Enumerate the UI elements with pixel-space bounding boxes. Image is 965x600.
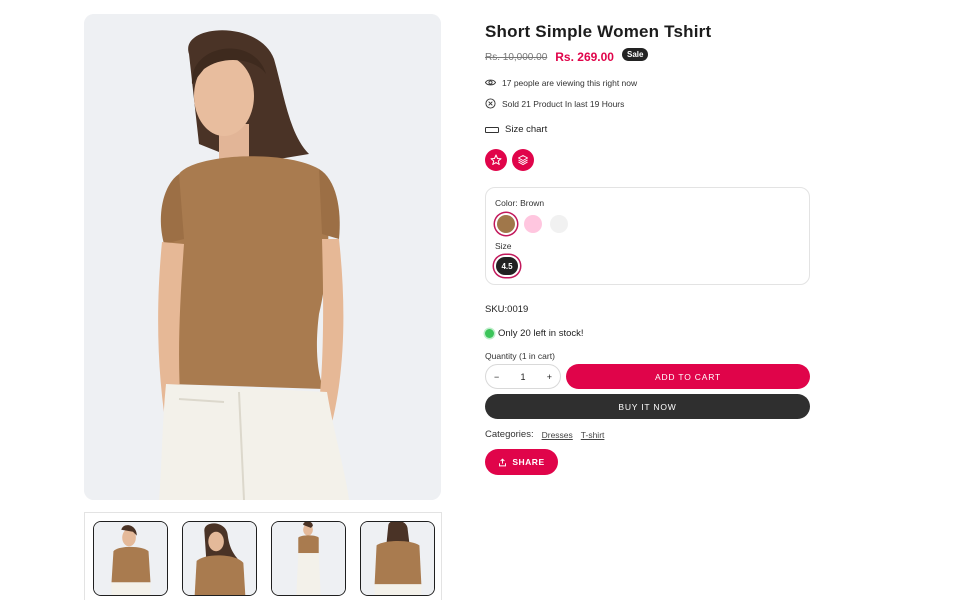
color-value: Brown xyxy=(520,198,545,208)
eye-icon xyxy=(485,79,496,86)
buy-now-button[interactable]: BUY IT NOW xyxy=(485,394,810,419)
color-label: Color: xyxy=(495,198,518,208)
size-option-4-5[interactable]: 4.5 xyxy=(496,257,518,275)
compare-button[interactable] xyxy=(512,149,534,171)
color-swatch-white[interactable] xyxy=(550,215,568,233)
layers-icon xyxy=(518,155,528,166)
categories-row: Categories: Dresses T-shirt xyxy=(485,429,604,440)
upload-icon xyxy=(499,457,507,466)
size-label: Size xyxy=(495,241,512,251)
viewing-notice: 17 people are viewing this right now xyxy=(485,77,637,88)
categories-label: Categories: xyxy=(485,429,534,440)
thumbnail-2[interactable] xyxy=(182,521,257,596)
model-photo xyxy=(84,14,441,500)
sold-text: Sold 21 Product In last 19 Hours xyxy=(502,98,625,109)
thumbnail-strip xyxy=(84,512,442,600)
share-button[interactable]: SHARE xyxy=(485,449,558,475)
size-chart-link[interactable]: Size chart xyxy=(485,124,547,135)
clock-icon xyxy=(485,98,496,109)
stock-indicator-dot xyxy=(485,329,494,338)
price-row: Rs. 10,000.00 Rs. 269.00 Sale xyxy=(485,47,649,64)
sale-price: Rs. 269.00 xyxy=(555,50,614,64)
thumbnail-3[interactable] xyxy=(271,521,346,596)
category-link-dresses[interactable]: Dresses xyxy=(542,430,573,440)
sold-notice: Sold 21 Product In last 19 Hours xyxy=(485,98,624,109)
quantity-increase-button[interactable]: + xyxy=(547,372,552,382)
sku-text: SKU:0019 xyxy=(485,304,529,315)
product-title: Short Simple Women Tshirt xyxy=(485,22,712,41)
stock-status: Only 20 left in stock! xyxy=(485,328,584,339)
quantity-stepper: − 1 + xyxy=(485,364,561,389)
quantity-decrease-button[interactable]: − xyxy=(494,372,499,382)
star-icon xyxy=(490,154,502,165)
size-chart-label: Size chart xyxy=(505,124,548,135)
color-label-row: Color: Brown xyxy=(495,198,544,208)
variant-picker: Color: Brown Size 4.5 xyxy=(485,187,810,285)
compare-at-price: Rs. 10,000.00 xyxy=(485,51,548,63)
quantity-label: Quantity (1 in cart) xyxy=(485,351,555,361)
add-to-cart-button[interactable]: ADD TO CART xyxy=(566,364,810,389)
share-label: SHARE xyxy=(512,457,545,467)
viewing-text: 17 people are viewing this right now xyxy=(502,77,638,88)
color-swatch-pink[interactable] xyxy=(524,215,542,233)
thumbnail-1[interactable] xyxy=(93,521,168,596)
ruler-icon xyxy=(485,126,499,133)
stock-text: Only 20 left in stock! xyxy=(498,328,584,339)
thumbnail-4[interactable] xyxy=(360,521,435,596)
wishlist-button[interactable] xyxy=(485,149,507,171)
category-link-tshirt[interactable]: T-shirt xyxy=(581,430,605,440)
sale-badge: Sale xyxy=(621,47,649,61)
color-swatch-brown[interactable] xyxy=(497,215,515,233)
main-product-image[interactable] xyxy=(84,14,441,500)
quantity-input[interactable]: 1 xyxy=(520,372,525,382)
